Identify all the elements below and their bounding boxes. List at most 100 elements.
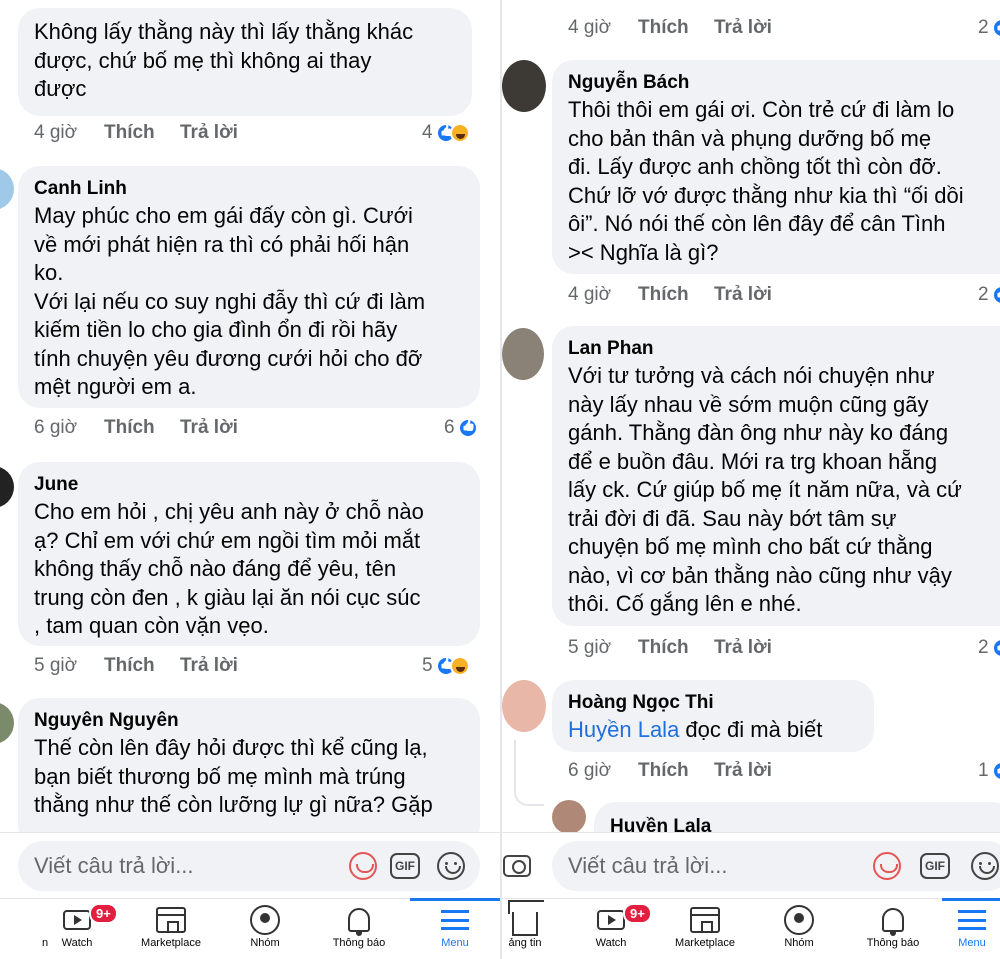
left-screenshot: Không lấy thằng này thì lấy thằng khác đ…: [0, 0, 500, 959]
comment-actions: 5 giờ Thích Trả lời: [568, 635, 772, 661]
reply-input[interactable]: [568, 853, 858, 879]
reply-input-box[interactable]: GIF: [552, 841, 1000, 891]
watch-icon: 9+: [597, 903, 652, 937]
sticker-icon[interactable]: [348, 851, 378, 881]
like-link[interactable]: Thích: [104, 655, 180, 677]
comment-bubble[interactable]: Không lấy thằng này thì lấy thằng khác đ…: [18, 8, 472, 116]
comment-actions: 5 giờ Thích Trả lời: [34, 653, 238, 679]
tab-menu[interactable]: Menu: [942, 898, 1000, 959]
groups-icon: [250, 903, 280, 937]
comment-time: 5 giờ: [568, 637, 612, 658]
avatar[interactable]: [502, 60, 546, 112]
tab-label: ảng tin: [508, 937, 542, 949]
comment-actions: 4 giờ Thích Trả lời: [568, 15, 772, 41]
avatar[interactable]: [552, 800, 586, 834]
reaction-summary[interactable]: 2: [978, 635, 1000, 661]
reaction-count: 2: [978, 284, 989, 305]
bottom-tab-bar: n 9+ Watch Marketplace Nhóm Thông báo Me…: [0, 898, 500, 959]
comment-bubble[interactable]: Nguyễn Bách Thôi thôi em gái ơi. Còn trẻ…: [552, 60, 1000, 274]
like-reaction-icon: [991, 638, 1000, 658]
tab-label: Nhóm: [250, 937, 280, 949]
tab-marketplace[interactable]: Marketplace: [126, 903, 216, 959]
bottom-tab-bar: ảng tin 9+ Watch Marketplace Nhóm Thông …: [502, 898, 1000, 959]
comment-bubble[interactable]: Lan Phan Với tư tưởng và cách nói chuyện…: [552, 326, 1000, 626]
tab-label: Thông báo: [866, 937, 920, 949]
reaction-count: 1: [978, 760, 989, 781]
comment-time: 4 giờ: [568, 17, 612, 38]
like-link[interactable]: Thích: [638, 17, 714, 39]
reply-link[interactable]: Trả lời: [714, 17, 772, 39]
comment-text: Huyền Lala đọc đi mà biết: [568, 716, 858, 745]
reply-link[interactable]: Trả lời: [180, 122, 238, 144]
camera-icon[interactable]: [502, 851, 532, 881]
reply-input[interactable]: [34, 853, 324, 879]
watch-icon: 9+: [63, 903, 118, 937]
like-link[interactable]: Thích: [638, 284, 714, 306]
like-reaction-icon: [457, 418, 478, 438]
reaction-count: 6: [444, 417, 455, 438]
notification-badge: 9+: [623, 903, 652, 924]
comment-author[interactable]: Nguyễn Bách: [568, 70, 1000, 96]
comment-bubble[interactable]: Nguyên Nguyên Thế còn lên đây hỏi được t…: [18, 698, 480, 848]
menu-icon: [441, 903, 469, 937]
comment-bubble[interactable]: June Cho em hỏi , chị yêu anh này ở chỗ …: [18, 462, 480, 646]
comment-bubble[interactable]: Hoàng Ngọc Thi Huyền Lala đọc đi mà biết: [552, 680, 874, 752]
bell-icon: [348, 903, 370, 937]
tab-notifications[interactable]: Thông báo: [314, 903, 404, 959]
reaction-count: 2: [978, 637, 989, 658]
tab-label: Menu: [958, 937, 986, 949]
reaction-count: 5: [422, 655, 433, 676]
comment-author[interactable]: Lan Phan: [568, 336, 1000, 362]
reply-link[interactable]: Trả lời: [714, 284, 772, 306]
reaction-summary[interactable]: 5: [422, 653, 470, 679]
like-link[interactable]: Thích: [638, 760, 714, 782]
reply-input-box[interactable]: GIF: [18, 841, 480, 891]
avatar[interactable]: [0, 702, 14, 744]
comment-bubble[interactable]: Canh Linh May phúc cho em gái đấy còn gì…: [18, 166, 480, 408]
like-link[interactable]: Thích: [104, 122, 180, 144]
comment-author[interactable]: June: [34, 472, 464, 498]
reply-link[interactable]: Trả lời: [714, 637, 772, 659]
tab-notifications[interactable]: Thông báo: [848, 903, 938, 959]
comment-author[interactable]: Nguyên Nguyên: [34, 708, 464, 734]
gif-icon[interactable]: GIF: [390, 851, 420, 881]
like-link[interactable]: Thích: [104, 417, 180, 439]
tab-marketplace[interactable]: Marketplace: [660, 903, 750, 959]
reaction-count: 4: [422, 122, 433, 143]
comment-author[interactable]: Canh Linh: [34, 176, 464, 202]
avatar[interactable]: [502, 328, 544, 380]
tab-label: Watch: [61, 937, 93, 949]
tab-label: Menu: [441, 937, 469, 949]
sticker-icon[interactable]: [872, 851, 902, 881]
reaction-summary[interactable]: 1: [978, 758, 1000, 784]
tab-watch[interactable]: 9+ Watch: [566, 903, 656, 959]
like-link[interactable]: Thích: [638, 637, 714, 659]
tab-groups[interactable]: Nhóm: [220, 903, 310, 959]
notification-badge: 9+: [89, 903, 118, 924]
avatar[interactable]: [502, 680, 546, 732]
mention-link[interactable]: Huyền Lala: [568, 717, 679, 742]
haha-reaction-icon: [449, 123, 470, 143]
reply-link[interactable]: Trả lời: [714, 760, 772, 782]
avatar[interactable]: [0, 168, 14, 210]
emoji-icon[interactable]: [970, 851, 1000, 881]
tab-menu[interactable]: Menu: [410, 898, 500, 959]
tab-groups[interactable]: Nhóm: [754, 903, 844, 959]
reaction-summary[interactable]: 4: [422, 120, 470, 146]
reaction-summary[interactable]: 2: [978, 282, 1000, 308]
tab-watch[interactable]: 9+ Watch: [32, 903, 122, 959]
groups-icon: [784, 903, 814, 937]
emoji-icon[interactable]: [436, 851, 466, 881]
reaction-summary[interactable]: 6: [444, 415, 478, 441]
avatar[interactable]: [0, 466, 14, 508]
gif-icon[interactable]: GIF: [920, 851, 950, 881]
reaction-summary[interactable]: 2: [978, 15, 1000, 41]
comment-author[interactable]: Hoàng Ngọc Thi: [568, 690, 858, 716]
comment-actions: 4 giờ Thích Trả lời: [34, 120, 238, 146]
comment-time: 6 giờ: [34, 417, 78, 438]
tab-news-feed[interactable]: ảng tin: [502, 903, 570, 959]
like-reaction-icon: [991, 761, 1000, 781]
reply-composer: GIF: [502, 832, 1000, 898]
reply-link[interactable]: Trả lời: [180, 655, 238, 677]
reply-link[interactable]: Trả lời: [180, 417, 238, 439]
